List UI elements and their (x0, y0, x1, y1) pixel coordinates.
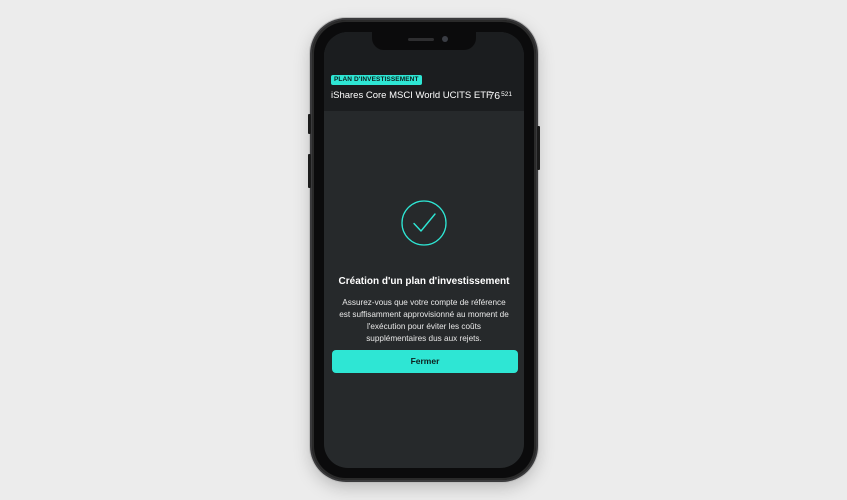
close-button[interactable]: Fermer (332, 350, 518, 373)
camera-icon (442, 36, 448, 42)
price-decimals: 521 (501, 91, 512, 98)
notch (372, 32, 476, 50)
plan-badge: PLAN D'INVESTISSEMENT (331, 75, 422, 85)
confirmation-description: Assurez-vous que votre compte de référen… (339, 298, 509, 343)
price-main: 76 (488, 90, 501, 102)
side-button-volume (308, 154, 311, 188)
phone-screen: PLAN D'INVESTISSEMENT iShares Core MSCI … (324, 32, 524, 468)
confirmation-title: Création d'un plan d'investissement (338, 276, 510, 287)
speaker-grille (408, 38, 434, 41)
asset-price: 76521 (488, 90, 512, 102)
header-area: PLAN D'INVESTISSEMENT iShares Core MSCI … (324, 32, 524, 111)
asset-name: iShares Core MSCI World UCITS ETF (331, 90, 492, 101)
side-button-power (537, 126, 540, 170)
side-button-silent (308, 114, 311, 134)
checkmark-circle-icon (401, 200, 447, 246)
stage: PLAN D'INVESTISSEMENT iShares Core MSCI … (0, 0, 847, 500)
phone-frame: PLAN D'INVESTISSEMENT iShares Core MSCI … (308, 20, 540, 480)
